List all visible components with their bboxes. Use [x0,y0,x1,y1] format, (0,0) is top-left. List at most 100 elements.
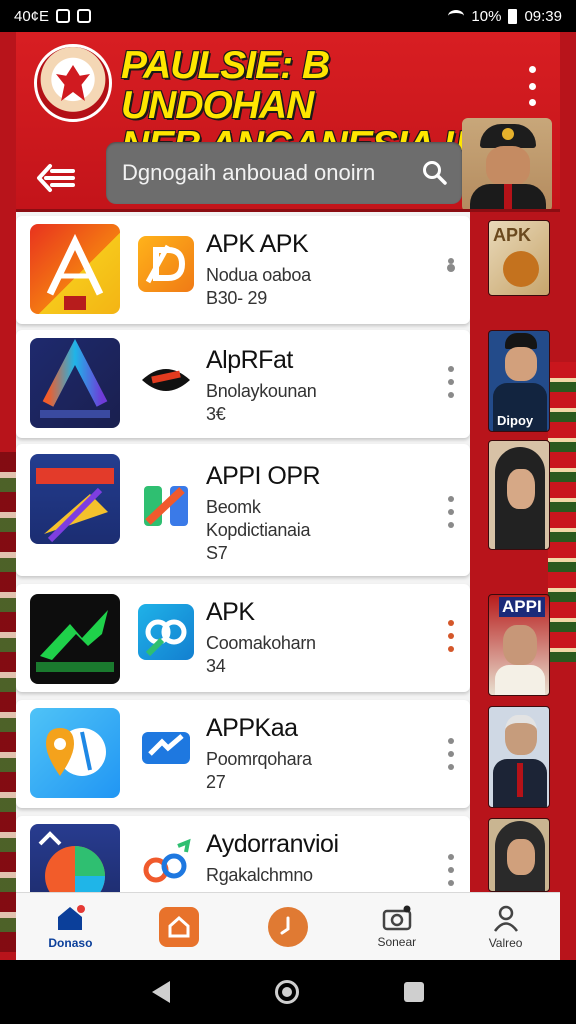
back-button[interactable] [34,156,78,200]
status-right: 10% 09:39 [448,8,562,25]
dot-icon [448,366,454,372]
search-icon[interactable] [422,160,448,186]
app-subtitle: Beomk [206,497,261,517]
side-thumbnail[interactable] [488,818,550,892]
overflow-menu-button[interactable] [522,66,542,106]
mask-icon [138,352,194,408]
right-decoration [548,362,576,662]
phone-screen: 40¢E 10% 09:39 PAULSIE: B UNDOHAN NEB AN… [0,0,576,1024]
d-letter-shape [145,244,186,284]
map-pin-shape [46,728,106,776]
orange-home-icon [159,906,200,947]
app-subtitle: Poomrqohara [206,749,312,769]
notification-icon [77,9,92,23]
user-icon [493,905,518,932]
wifi-icon [448,10,465,22]
chart-shape [38,831,105,892]
app-card-text: APK Coomakoharn 34 [206,598,316,677]
app-meta: 34 [206,656,226,676]
app-card-text: APK APK Noduа оаbоа B30- 29 [206,230,311,309]
tie-shape [517,763,523,797]
side-thumbnail[interactable]: APPI [488,594,550,696]
side-thumbnail[interactable]: APK [488,220,550,296]
colorful-knot-icon [138,836,194,892]
dot-icon [528,99,536,106]
system-back-icon[interactable] [152,981,171,1003]
app-title: APPKaa [206,714,298,742]
dot-icon [448,496,454,502]
dot-icon [448,522,454,528]
app-title: APPI OPR [206,462,321,490]
search-bar [106,142,462,204]
orange-clock-icon [267,906,308,947]
officer-portrait [462,118,552,209]
bianbian-shape [36,468,114,543]
nav-home[interactable]: Donaso [16,893,125,960]
app-menu-button[interactable] [446,496,456,528]
side-thumbnails: APK Dipoy APPI [488,212,552,892]
blocks-shape [144,486,188,526]
app-description: Kopdictianaia [206,520,311,540]
dot-icon [448,738,454,744]
app-menu-button[interactable] [446,620,456,652]
bottom-navigation: Donaso Sonear Valreo [16,892,560,960]
back-arrow-icon [37,164,75,192]
app-card[interactable]: APPKaa Poomrqohara 27 [16,700,470,808]
header-banner: PAULSIE: B UNDOHAN NEB ANGANESIA !! [16,32,560,212]
app-card-text: AlpRFat Bnolaykounan 3€ [206,346,317,425]
garuda-emblem-icon [34,44,112,122]
person-face [505,347,537,381]
app-card[interactable]: AlpRFat Bnolaykounan 3€ [16,330,470,438]
app-meta: 27 [206,772,226,792]
app-card[interactable]: APPI OPR Beomk Kopdictianaia S7 [16,444,470,576]
notification-icon [56,9,71,23]
nav-camera[interactable]: Sonear [342,893,451,960]
side-thumbnail[interactable]: Dipoy [488,330,550,432]
nav-profile[interactable]: Valreo [451,893,560,960]
dot-icon [448,392,454,398]
house-shape [168,915,190,937]
nav-orange-home[interactable] [125,893,234,960]
blue-arrows-icon [138,720,194,776]
app-card[interactable]: APK APK Noduа оаbоа B30- 29 [16,216,470,324]
app-meta: S7 [206,543,228,563]
dot-icon [447,264,455,272]
dot-icon [448,633,454,639]
colorful-blocks-icon [138,478,194,534]
app-title: AlpRFat [206,346,293,374]
app-menu-button[interactable] [446,854,456,886]
nav-clock[interactable] [234,893,343,960]
system-home-icon[interactable] [274,980,299,1004]
status-time: 40¢E [14,7,50,25]
status-bar: 40¢E 10% 09:39 [0,0,576,32]
link-shape [145,619,187,657]
side-thumbnail[interactable] [488,440,550,550]
mask-shape [142,369,190,391]
person-face [507,839,535,875]
dot-icon [448,646,454,652]
cap-badge-icon [502,128,514,140]
side-thumbnail[interactable] [488,706,550,808]
cyan-link-icon [138,604,194,660]
app-menu-button[interactable] [446,366,456,398]
app-card[interactable]: Aydorranvioi Rgakalchmno [16,816,470,892]
app-menu-button[interactable] [446,738,456,770]
blue-a-logo-icon [30,338,120,428]
system-recents-icon[interactable] [403,982,424,1002]
app-meta: 3€ [206,404,226,424]
logo-a-shape [46,233,104,310]
thumbnail-label: APPI [499,597,545,617]
green-arrow-shape [36,610,114,672]
thumbnail-label: Dipoy [497,413,534,428]
dot-icon [528,82,536,90]
app-menu-button[interactable] [446,258,456,272]
app-card[interactable]: APK Coomakoharn 34 [16,584,470,692]
app-title: APK [206,598,255,626]
search-input[interactable] [122,160,422,186]
dot-icon [448,764,454,770]
red-yellow-logo-icon [30,224,120,314]
system-navigation-bar [0,960,576,1024]
dot-icon [448,854,454,860]
dot-icon [448,880,454,886]
knot-shape [143,838,191,883]
